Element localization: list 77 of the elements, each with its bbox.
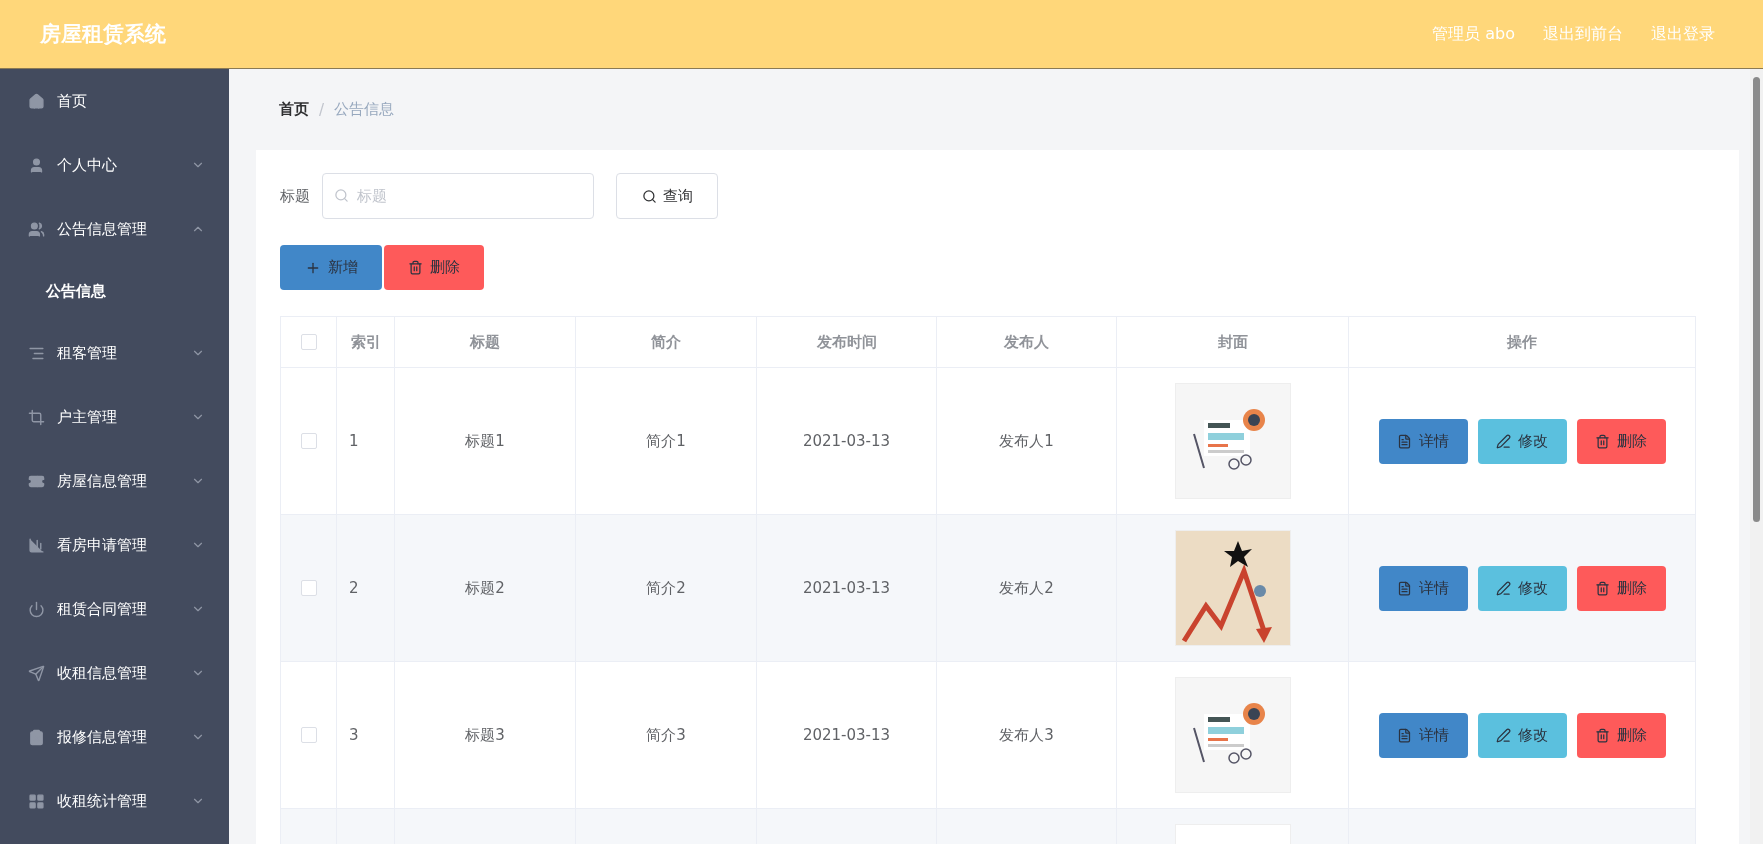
- breadcrumb-separator: /: [319, 100, 325, 119]
- delete-button[interactable]: 删除: [1576, 418, 1666, 464]
- table-cell: 简介3: [646, 725, 686, 745]
- edit-button[interactable]: 修改: [1477, 712, 1567, 758]
- search-icon: [334, 188, 349, 203]
- document-icon: [1397, 580, 1412, 596]
- pen-icon: [1496, 580, 1511, 596]
- scrollbar-thumb[interactable]: [1753, 77, 1760, 522]
- table-cell: 发布人2: [999, 578, 1054, 598]
- column-header: 简介: [576, 317, 757, 367]
- pen-icon: [1496, 433, 1511, 449]
- menu-item[interactable]: 首页: [0, 69, 229, 133]
- search-label: 标题: [280, 186, 310, 206]
- details-button[interactable]: 详情: [1378, 565, 1468, 611]
- search-field[interactable]: 标题: [322, 173, 594, 219]
- column-header: 发布人: [937, 317, 1117, 367]
- table-cell: 1: [349, 432, 359, 450]
- table-cell: 简介1: [646, 431, 686, 451]
- column-header: 发布时间: [757, 317, 937, 367]
- menu-item[interactable]: 收租统计管理: [0, 769, 229, 833]
- table-cell: 2021-03-13: [802, 726, 891, 744]
- menu-item[interactable]: 租客管理: [0, 321, 229, 385]
- grid-icon: [28, 792, 45, 810]
- column-header: 标题: [395, 317, 576, 367]
- column-header: 索引: [337, 317, 395, 367]
- users-icon: [28, 220, 45, 238]
- details-button[interactable]: 详情: [1378, 712, 1468, 758]
- send-icon: [28, 664, 45, 682]
- table-cell: 标题1: [465, 431, 505, 451]
- row-checkbox[interactable]: [300, 727, 317, 743]
- table-cell: 简介2: [646, 578, 686, 598]
- add-button[interactable]: 新增: [280, 245, 382, 290]
- table-cell: 3: [349, 726, 359, 744]
- search-icon: [641, 188, 657, 204]
- delete-button[interactable]: 删除: [384, 245, 484, 290]
- document-icon: [1397, 727, 1412, 743]
- details-button[interactable]: 详情: [1378, 418, 1468, 464]
- menu-item[interactable]: 户主管理: [0, 385, 229, 449]
- delete-button[interactable]: 删除: [1576, 565, 1666, 611]
- table-cell: 标题3: [465, 725, 505, 745]
- home-icon: [28, 92, 45, 110]
- table-cell: 2021-03-13: [802, 579, 891, 597]
- column-header: 封面: [1117, 317, 1349, 367]
- table-cell: 2021-03-13: [802, 432, 891, 450]
- table-cell: 2: [349, 579, 359, 597]
- table-cell: 标题2: [465, 578, 505, 598]
- menu-item[interactable]: 个人中心: [0, 133, 229, 197]
- menu-item[interactable]: 租赁合同管理: [0, 577, 229, 641]
- menu-item[interactable]: 看房申请管理: [0, 513, 229, 577]
- document-icon: [1397, 433, 1412, 449]
- crop-icon: [28, 408, 45, 426]
- trash-icon: [408, 260, 423, 275]
- edit-button[interactable]: 修改: [1477, 565, 1567, 611]
- trash-icon: [1595, 580, 1610, 596]
- table-cell: 发布人1: [999, 431, 1054, 451]
- trash-icon: [1595, 433, 1610, 449]
- select-all-checkbox[interactable]: [300, 334, 317, 350]
- user-icon: [28, 156, 45, 174]
- search-button[interactable]: 查询: [616, 173, 718, 219]
- menu-item[interactable]: 公告信息管理: [0, 197, 229, 261]
- app-title: 房屋租赁系统: [40, 21, 166, 48]
- bar-chart-icon: [28, 536, 45, 554]
- pen-icon: [1496, 727, 1511, 743]
- menu-item[interactable]: 报修信息管理: [0, 705, 229, 769]
- clipboard-icon: [28, 728, 45, 746]
- table-cell: 发布人3: [999, 725, 1054, 745]
- trash-icon: [1595, 727, 1610, 743]
- delete-button[interactable]: 删除: [1576, 712, 1666, 758]
- row-checkbox[interactable]: [300, 580, 317, 596]
- edit-button[interactable]: 修改: [1477, 418, 1567, 464]
- row-checkbox[interactable]: [300, 433, 317, 449]
- menu-item[interactable]: 收租信息管理: [0, 641, 229, 705]
- menu-item[interactable]: 房屋信息管理: [0, 449, 229, 513]
- breadcrumb-link[interactable]: 首页: [279, 100, 309, 119]
- column-header: 操作: [1506, 331, 1538, 353]
- power-icon: [28, 600, 45, 618]
- submenu-item[interactable]: 公告信息: [0, 261, 229, 321]
